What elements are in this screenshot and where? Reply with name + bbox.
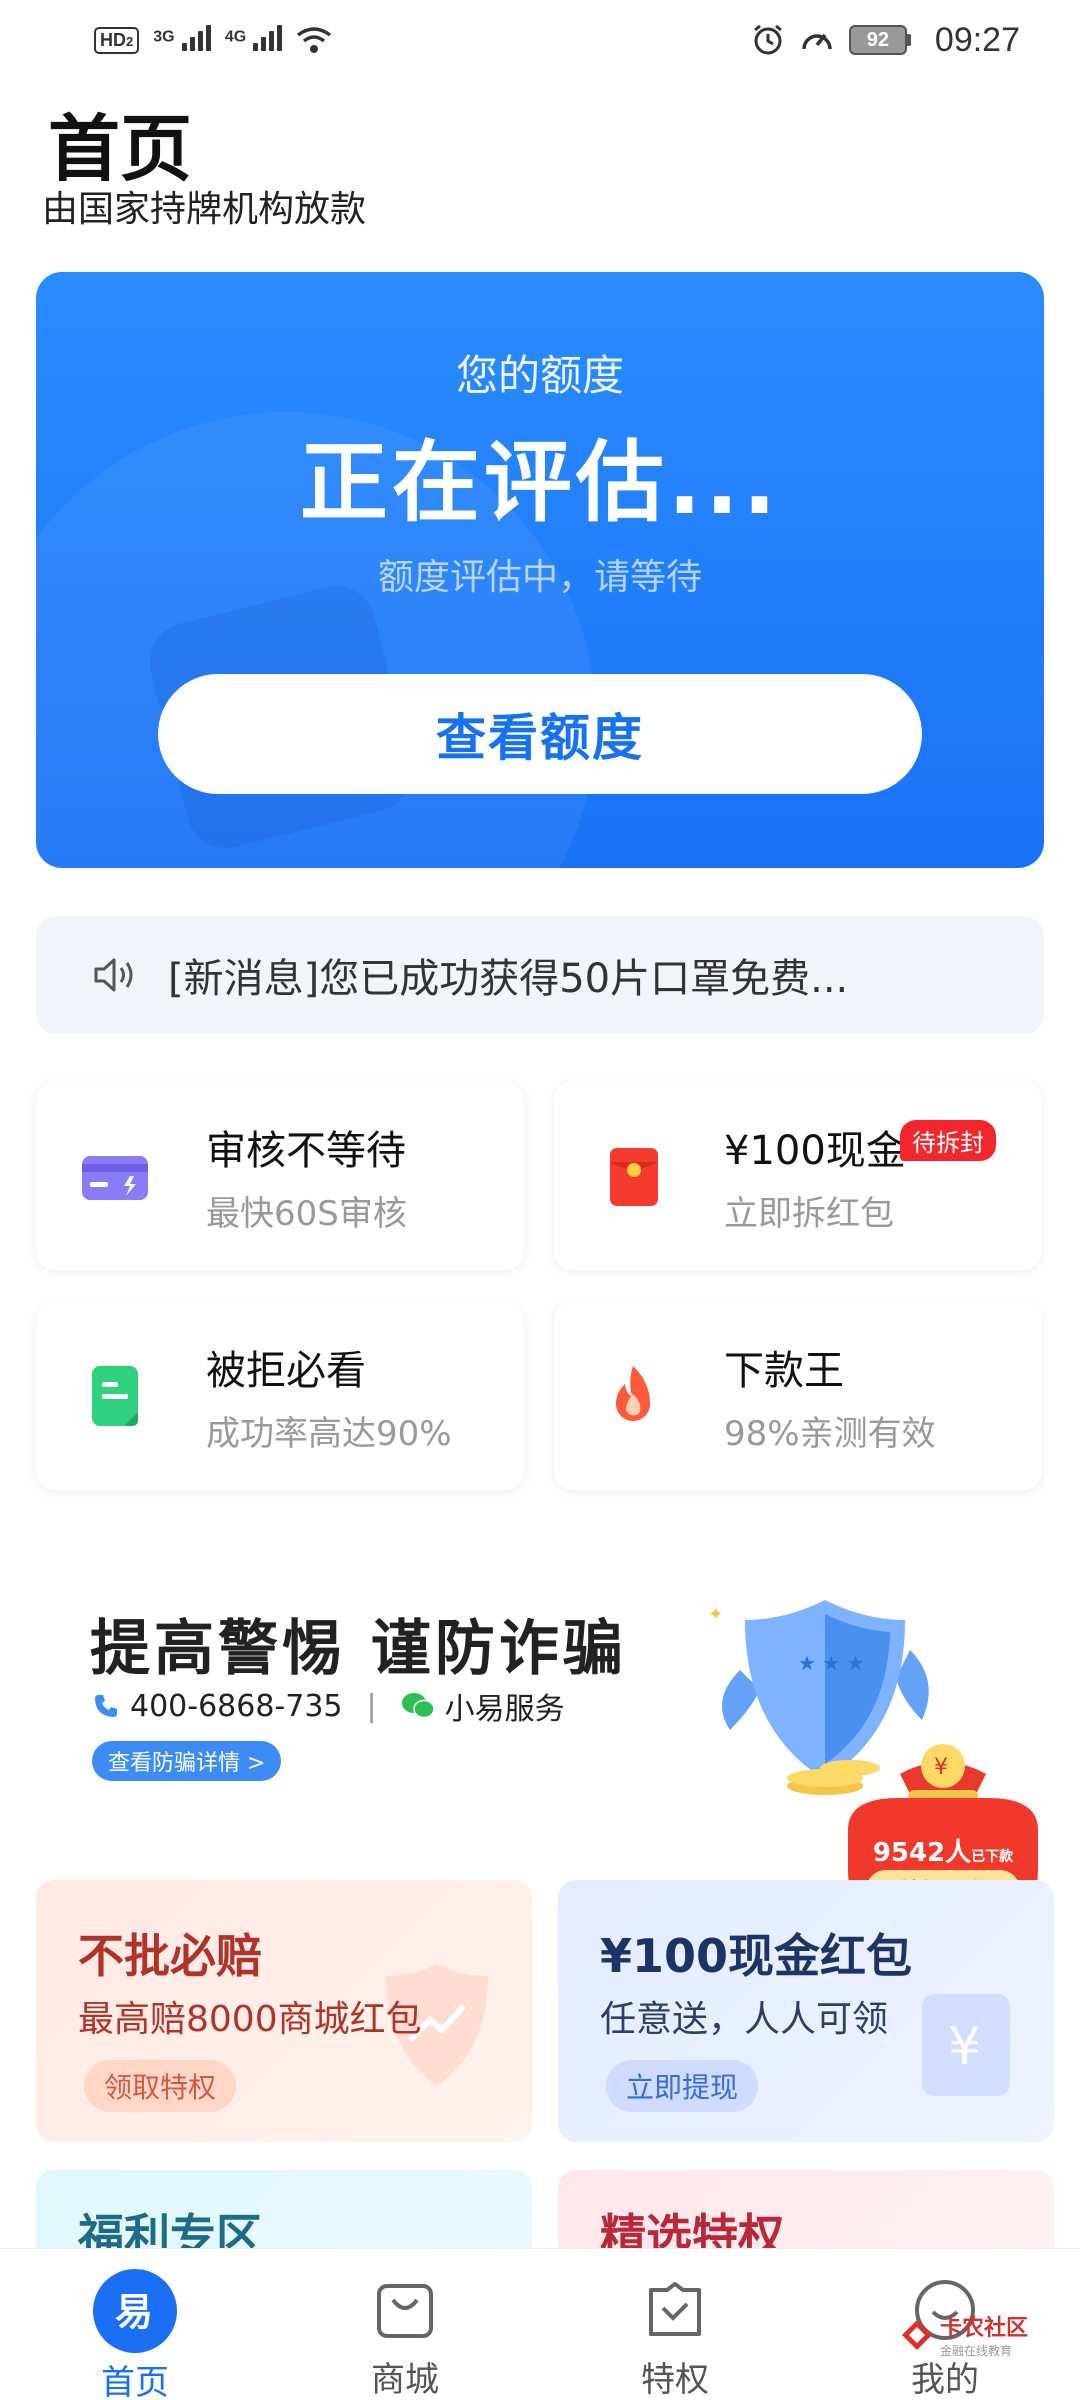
loan-count-suffix: 已下款: [971, 1849, 1014, 1865]
watermark-icon: [902, 2319, 932, 2350]
notice-text: [新消息]您已成功获得50片口罩免费...: [168, 956, 849, 1002]
feature-subtitle: 成功率高达90%: [206, 1414, 452, 1454]
svg-text:易: 易: [115, 2290, 153, 2334]
promo-title: 福利专区: [78, 2209, 262, 2250]
promo-compensation[interactable]: 不批必赔 最高赔8000商城红包 领取特权: [36, 1880, 532, 2142]
hd-text: HD: [100, 29, 126, 50]
alarm-icon: [753, 24, 782, 55]
signal-3g: 3G: [153, 23, 211, 58]
status-left: HD2 3G 4G: [94, 23, 332, 58]
feature-title: 被拒必看: [206, 1348, 366, 1394]
claim-privilege-button[interactable]: 领取特权: [84, 2060, 237, 2112]
view-limit-button[interactable]: 查看额度: [158, 674, 922, 794]
contact-separator: |: [366, 1688, 377, 1724]
loan-count-text: 9542人已下款: [852, 1832, 1034, 1869]
document-icon: [92, 1366, 138, 1426]
flame-icon: [616, 1366, 650, 1421]
feature-fast-review[interactable]: 审核不等待 最快60S审核: [36, 1082, 524, 1270]
nav-mall[interactable]: 商城: [305, 2249, 505, 2400]
loan-count: 9542人: [872, 1838, 972, 1868]
net-type-4g: 4G: [224, 27, 247, 45]
svg-text:¥: ¥: [948, 2017, 981, 2077]
svg-text:✦: ✦: [708, 1604, 723, 1625]
promo-title: ¥100现金红包: [600, 1929, 913, 1983]
feature-title: 下款王: [724, 1348, 844, 1394]
wechat-service: 小易服务: [444, 1692, 565, 1727]
withdraw-now-button[interactable]: 立即提现: [606, 2060, 759, 2112]
battery-level: 92: [848, 25, 907, 55]
feature-title: ¥100现金: [724, 1128, 906, 1174]
hd-indicator: HD2: [94, 26, 140, 54]
home-logo-icon: 易: [93, 2269, 177, 2353]
anti-fraud-contact: 400-6868-735 | 小易服务: [92, 1684, 565, 1728]
privilege-icon: [633, 2269, 717, 2350]
feature-top-lender[interactable]: 下款王 98%亲测有效: [554, 1302, 1042, 1490]
credit-limit-hint: 额度评估中，请等待: [377, 557, 702, 598]
battery-icon: 92: [848, 25, 911, 55]
shopping-bag-icon: [363, 2269, 447, 2350]
hotline-number: 400-6868-735: [130, 1688, 343, 1724]
feature-title: 审核不等待: [206, 1128, 406, 1174]
nav-label: 首页: [101, 2363, 169, 2400]
promo-cash-envelope[interactable]: ¥ ¥100现金红包 任意送，人人可领 立即提现: [558, 1880, 1054, 2142]
feature-subtitle: 98%亲测有效: [724, 1414, 936, 1454]
nav-label: 特权: [641, 2360, 709, 2400]
feature-cash-envelope[interactable]: ¥100现金 待拆封 立即拆红包: [554, 1082, 1042, 1270]
svg-text:¥: ¥: [934, 1755, 948, 1780]
nav-privilege[interactable]: 特权: [575, 2249, 775, 2400]
speaker-icon: [94, 958, 133, 992]
watermark-title: 卡农社区: [940, 2316, 1029, 2341]
status-right: 92 09:27: [751, 21, 1020, 60]
signal-bars-icon: [253, 23, 283, 51]
nav-label: 商城: [371, 2360, 439, 2400]
watermark-subtitle: 金融在线教育: [940, 2344, 1013, 2358]
credit-limit-card: 您的额度 正在评估... 额度评估中，请等待 查看额度: [36, 272, 1044, 868]
cash-card-icon: ¥: [922, 1994, 1010, 2096]
feature-subtitle: 最快60S审核: [206, 1194, 407, 1234]
anti-fraud-title: 提高警惕 谨防诈骗: [90, 1614, 627, 1684]
nav-home[interactable]: 易 首页: [35, 2249, 235, 2400]
phone-icon: [95, 1695, 117, 1717]
speedometer-icon: [802, 33, 832, 50]
status-bar: HD2 3G 4G 92 09:27: [0, 0, 1080, 80]
card-icon: [82, 1156, 148, 1200]
unopened-badge: 待拆封: [900, 1120, 996, 1161]
fraud-details-button[interactable]: 查看防骗详情 >: [92, 1741, 282, 1781]
credit-limit-status: 正在评估...: [299, 431, 781, 534]
signal-4g: 4G: [225, 23, 283, 58]
notice-bar[interactable]: [新消息]您已成功获得50片口罩免费...: [36, 916, 1044, 1034]
net-type-3g: 3G: [153, 27, 175, 45]
sim-number: 2: [126, 33, 134, 49]
promo-subtitle: 任意送，人人可领: [600, 1999, 889, 2040]
wifi-icon: [297, 27, 332, 53]
clock: 09:27: [934, 20, 1020, 59]
watermark-logo: 卡农社区 金融在线教育: [900, 2310, 1028, 2359]
svg-text:★ ★ ★: ★ ★ ★: [798, 1651, 865, 1675]
promo-welfare[interactable]: 福利专区: [36, 2170, 532, 2250]
promo-title: 不批必赔: [78, 1929, 262, 1983]
promo-subtitle: 最高赔8000商城红包: [78, 1999, 422, 2040]
page-subtitle: 由国家持牌机构放款: [42, 189, 367, 230]
signal-bars-icon: [181, 23, 211, 51]
wechat-icon: [401, 1693, 435, 1719]
nav-label: 我的: [911, 2360, 979, 2400]
promo-title: 精选特权: [600, 2209, 784, 2250]
feature-rejected-guide[interactable]: 被拒必看 成功率高达90%: [36, 1302, 524, 1490]
credit-limit-label: 您的额度: [455, 351, 624, 400]
promo-selected-privilege[interactable]: 精选特权: [558, 2170, 1054, 2250]
red-envelope-icon: [610, 1148, 658, 1206]
feature-subtitle: 立即拆红包: [724, 1194, 894, 1234]
